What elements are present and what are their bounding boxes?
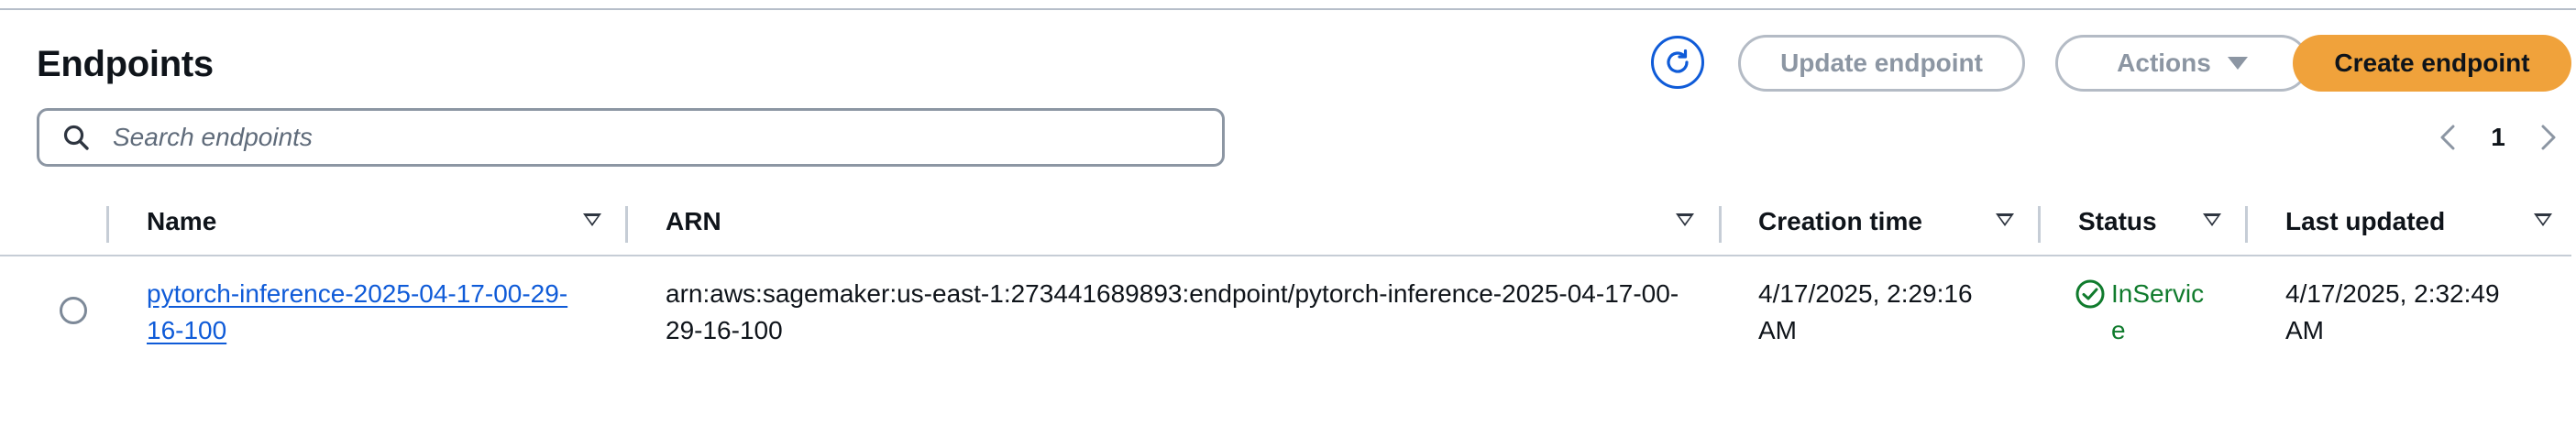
create-endpoint-label: Create endpoint bbox=[2334, 49, 2530, 77]
endpoint-name-link[interactable]: pytorch-inference-2025-04-17-00-29-16-10… bbox=[147, 279, 567, 344]
column-header-creation-time[interactable]: Creation time bbox=[1758, 203, 1922, 240]
update-endpoint-button[interactable]: Update endpoint bbox=[1738, 35, 2025, 92]
search-input[interactable] bbox=[113, 123, 1194, 152]
column-divider[interactable] bbox=[2038, 206, 2041, 243]
sort-icon[interactable] bbox=[2203, 213, 2221, 226]
column-header-last-updated[interactable]: Last updated bbox=[2285, 203, 2445, 240]
page-title: Endpoints bbox=[37, 44, 214, 84]
endpoints-panel: Endpoints Update endpoint Actions Create… bbox=[0, 0, 2576, 425]
column-divider[interactable] bbox=[1719, 206, 1722, 243]
row-select-radio[interactable] bbox=[60, 297, 87, 324]
create-endpoint-button[interactable]: Create endpoint bbox=[2293, 35, 2571, 92]
column-divider[interactable] bbox=[106, 206, 109, 243]
column-divider[interactable] bbox=[625, 206, 628, 243]
next-page-button[interactable] bbox=[2535, 121, 2562, 154]
success-check-icon bbox=[2075, 276, 2106, 312]
search-icon bbox=[39, 111, 113, 164]
caret-down-icon bbox=[2227, 57, 2248, 70]
previous-page-button[interactable] bbox=[2434, 121, 2461, 154]
refresh-icon bbox=[1667, 49, 1689, 73]
row-arn-cell: arn:aws:sagemaker:us-east-1:273441689893… bbox=[666, 279, 1679, 344]
sort-icon[interactable] bbox=[583, 213, 601, 226]
current-page-number[interactable]: 1 bbox=[2480, 117, 2516, 158]
refresh-button[interactable] bbox=[1651, 36, 1704, 89]
status-badge: InService bbox=[2111, 279, 2205, 344]
chevron-left-icon bbox=[2440, 125, 2455, 150]
column-header-name[interactable]: Name bbox=[147, 203, 216, 240]
top-divider bbox=[0, 0, 2576, 10]
row-creation-time-cell: 4/17/2025, 2:29:16 AM bbox=[1758, 279, 1973, 344]
chevron-right-icon bbox=[2541, 125, 2556, 150]
sort-icon[interactable] bbox=[2534, 213, 2552, 226]
row-status-cell: InService bbox=[2075, 276, 2230, 349]
sort-icon[interactable] bbox=[1996, 213, 2014, 226]
column-header-status[interactable]: Status bbox=[2078, 203, 2157, 240]
search-box[interactable] bbox=[37, 108, 1225, 167]
column-header-arn[interactable]: ARN bbox=[666, 203, 721, 240]
row-name-cell: pytorch-inference-2025-04-17-00-29-16-10… bbox=[147, 276, 578, 349]
actions-dropdown-button[interactable]: Actions bbox=[2055, 35, 2309, 92]
table-header bbox=[0, 200, 2571, 256]
sort-icon[interactable] bbox=[1676, 213, 1694, 226]
row-last-updated-cell: 4/17/2025, 2:32:49 AM bbox=[2285, 279, 2500, 344]
update-endpoint-label: Update endpoint bbox=[1780, 49, 1983, 77]
actions-label: Actions bbox=[2117, 49, 2211, 77]
column-divider[interactable] bbox=[2245, 206, 2248, 243]
